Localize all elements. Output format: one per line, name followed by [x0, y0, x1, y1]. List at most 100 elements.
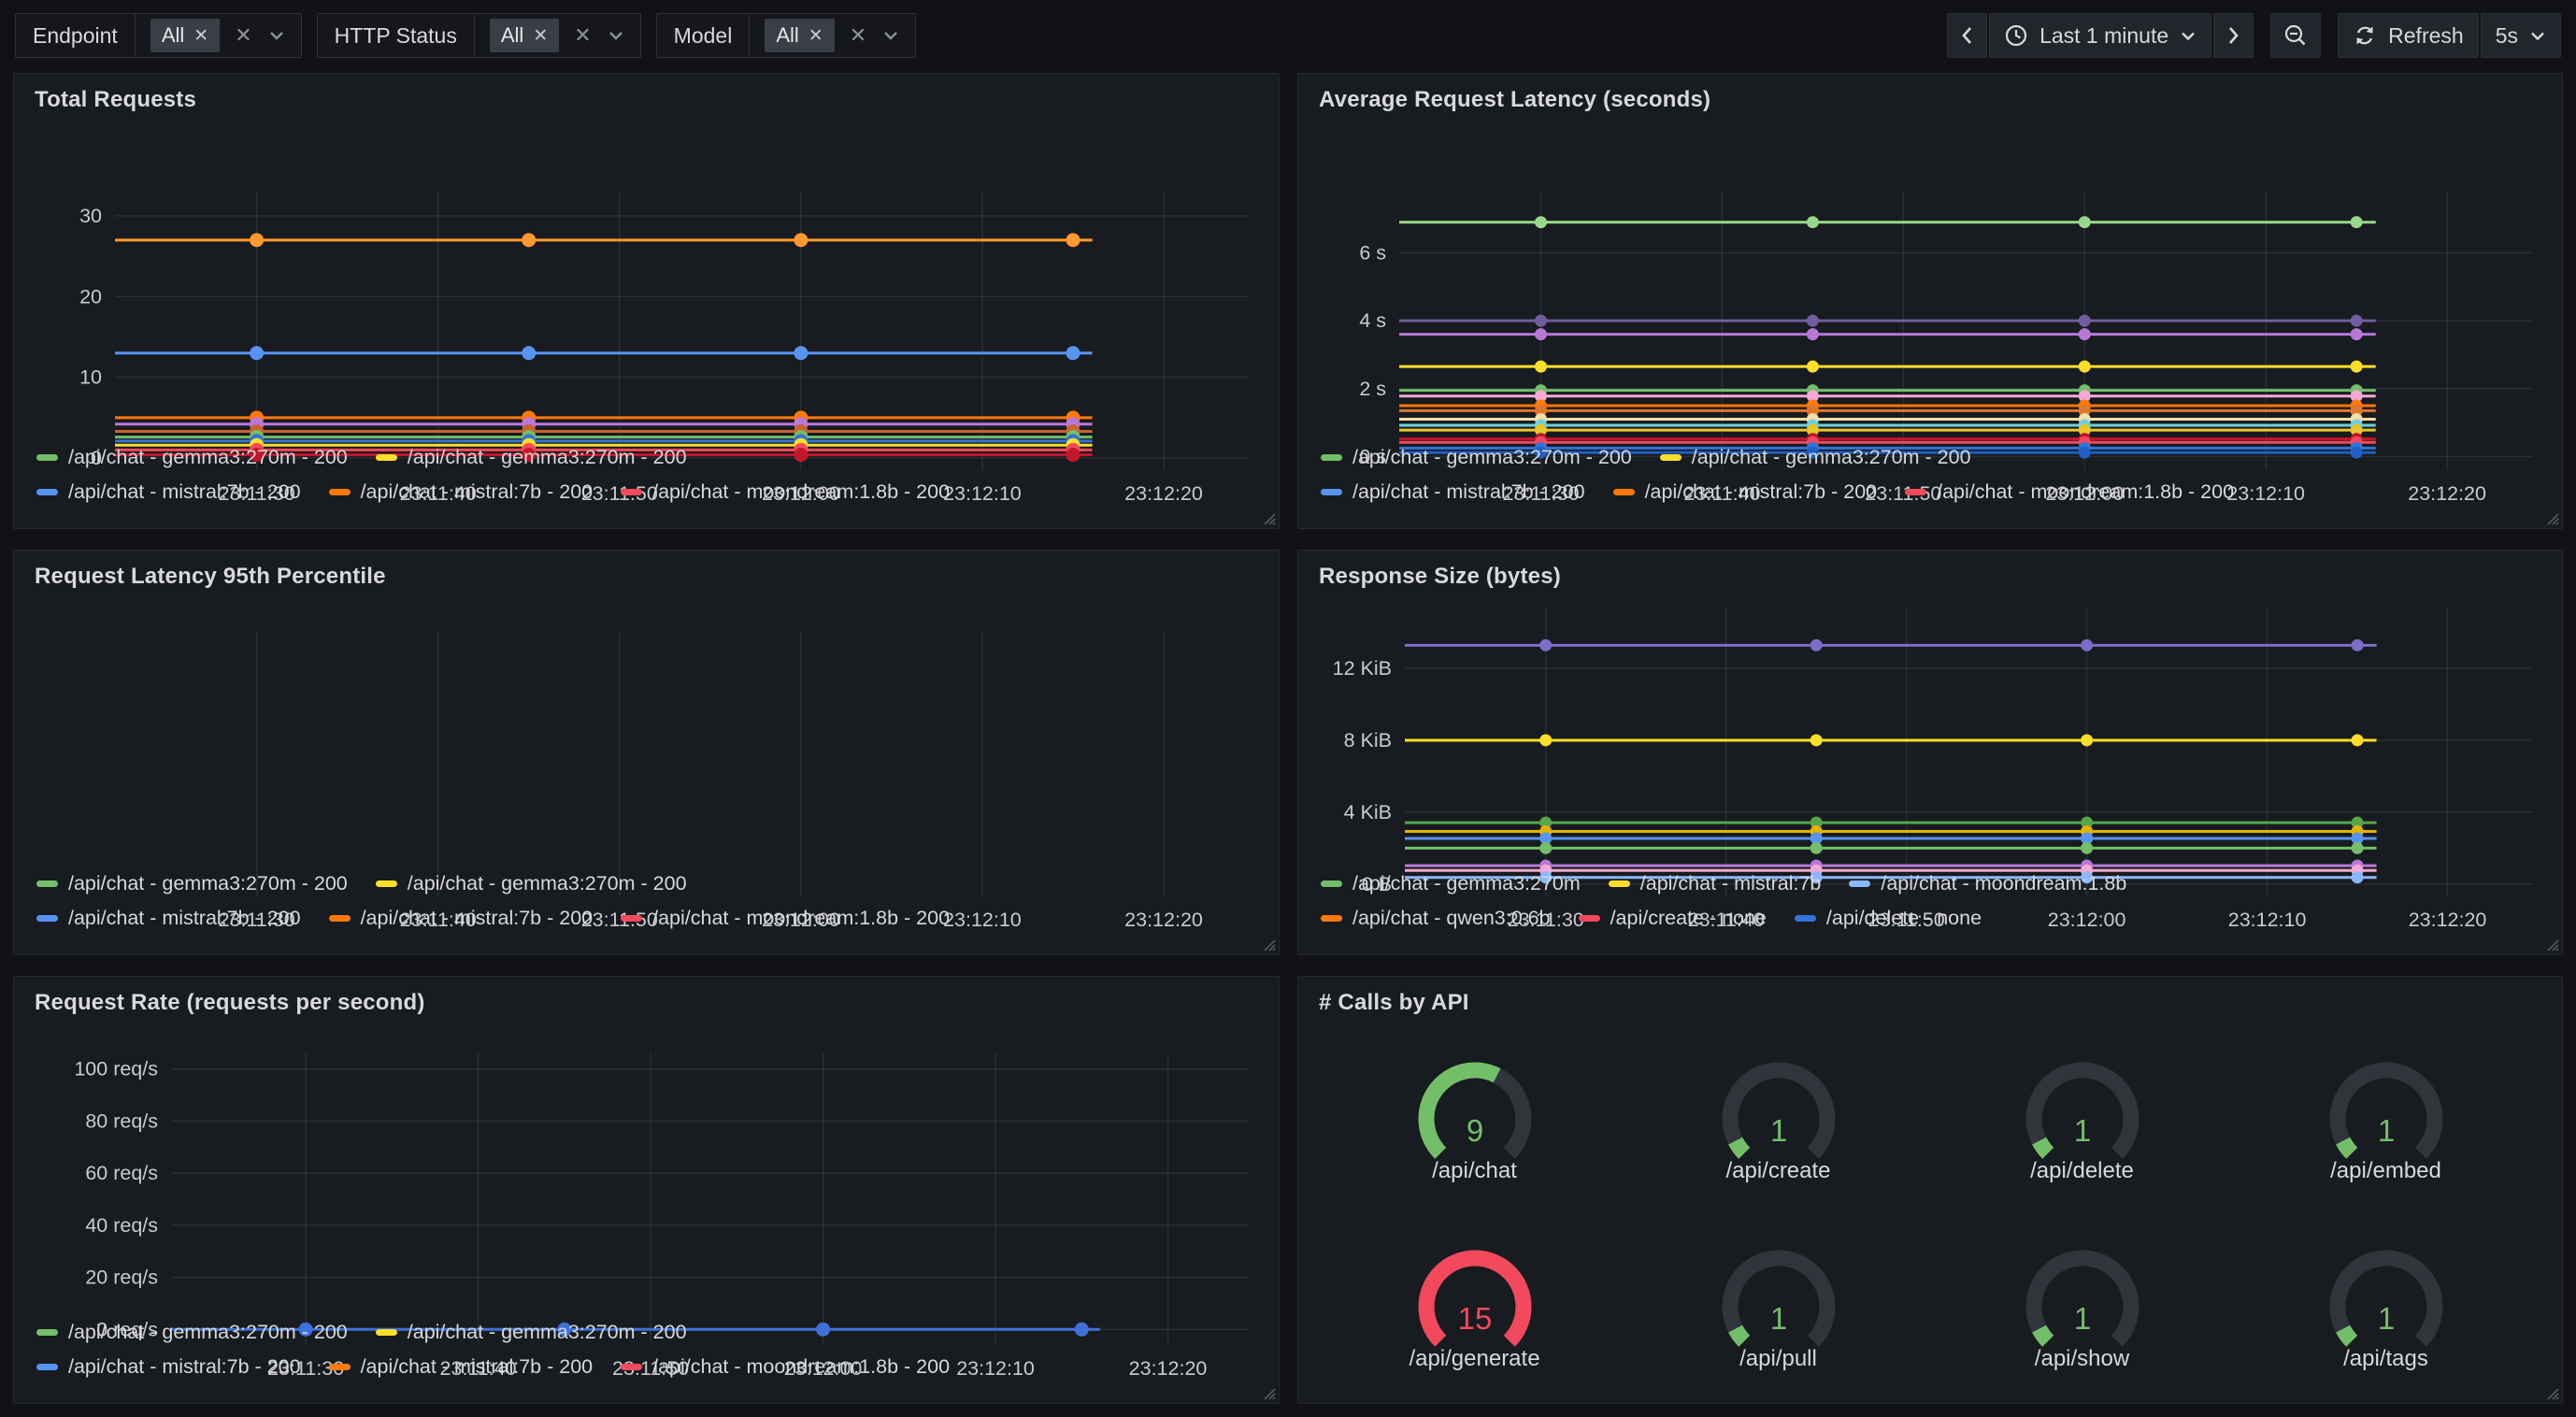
legend-item[interactable]: /api/chat - mistral:7b - 200	[1321, 480, 1585, 504]
gauge-arc: 1	[2304, 1040, 2469, 1160]
refresh-group: Refresh 5s	[2338, 13, 2561, 58]
data-point	[1807, 361, 1819, 373]
chevron-down-icon[interactable]	[881, 29, 900, 42]
legend-swatch	[1613, 489, 1635, 495]
legend-swatch	[1321, 915, 1342, 922]
legend-row: /api/chat - gemma3:270m - 200/api/chat -…	[36, 446, 1260, 469]
filter-chip-label: All	[501, 23, 523, 48]
gauge-apichat[interactable]: 9/api/chat	[1323, 1022, 1626, 1202]
legend-item[interactable]: /api/chat - moondream:1.8b	[1849, 872, 2126, 895]
request-rate-chart[interactable]: 23:11:3023:11:4023:11:5023:12:0023:12:10…	[31, 1016, 1262, 1317]
data-point	[2081, 842, 2093, 854]
filter-chip[interactable]: All ✕	[765, 19, 834, 52]
request-latency-95th-chart[interactable]: 23:11:3023:11:4023:11:5023:12:0023:12:10…	[31, 590, 1262, 868]
filter-label: Endpoint	[16, 14, 136, 57]
filter-value[interactable]: All ✕ ✕	[136, 14, 301, 57]
filter-chip[interactable]: All ✕	[150, 19, 220, 52]
legend-item[interactable]: /api/chat - gemma3:270m - 200	[36, 872, 348, 895]
legend-swatch	[1321, 880, 1342, 887]
variable-filters: Endpoint All ✕ ✕ HTTP Status All ✕ ✕	[15, 13, 916, 58]
chip-remove-icon[interactable]: ✕	[809, 27, 823, 45]
filter-clear-icon[interactable]: ✕	[235, 25, 251, 46]
legend-item[interactable]: /api/chat - mistral:7b	[1609, 872, 1822, 895]
refresh-button[interactable]: Refresh	[2338, 13, 2479, 58]
y-tick-label: 20 req/s	[85, 1267, 158, 1289]
legend-item[interactable]: /api/chat - moondream:1.8b - 200	[621, 907, 950, 930]
legend-item[interactable]: /api/chat - moondream:1.8b - 200	[621, 480, 950, 504]
legend-item[interactable]: /api/chat - moondream:1.8b - 200	[1905, 480, 2234, 504]
panel-resize-handle[interactable]	[1261, 510, 1276, 525]
legend-label: /api/chat - mistral:7b - 200	[68, 1355, 301, 1379]
legend-item[interactable]: /api/chat - mistral:7b - 200	[329, 1355, 594, 1379]
gauge-apishow[interactable]: 1/api/show	[1930, 1209, 2234, 1390]
legend-item[interactable]: /api/chat - mistral:7b - 200	[36, 480, 301, 504]
data-point	[250, 346, 264, 360]
gauge-value: 1	[1769, 1113, 1786, 1148]
legend-item[interactable]: /api/chat - gemma3:270m - 200	[1660, 446, 1971, 469]
legend-item[interactable]: /api/delete - none	[1795, 907, 1982, 930]
clock-icon	[2004, 23, 2028, 48]
filter-value[interactable]: All ✕ ✕	[750, 14, 915, 57]
chart-legend: /api/chat - gemma3:270m - 200/api/chat -…	[31, 1317, 1262, 1394]
legend-item[interactable]: /api/chat - mistral:7b - 200	[329, 480, 594, 504]
legend-item[interactable]: /api/create - none	[1579, 907, 1767, 930]
gauge-apipull[interactable]: 1/api/pull	[1626, 1209, 1930, 1390]
legend-item[interactable]: /api/chat - gemma3:270m - 200	[1321, 446, 1632, 469]
legend-item[interactable]: /api/chat - moondream:1.8b - 200	[621, 1355, 950, 1379]
total-requests-chart[interactable]: 23:11:3023:11:4023:11:5023:12:0023:12:10…	[31, 113, 1262, 442]
panel-resize-handle[interactable]	[1261, 937, 1276, 952]
legend-label: /api/chat - mistral:7b - 200	[68, 480, 301, 504]
gauge-apidelete[interactable]: 1/api/delete	[1930, 1022, 2234, 1202]
chevron-down-icon[interactable]	[267, 29, 286, 42]
time-shift-back-button[interactable]	[1947, 13, 1987, 58]
panel-resize-handle[interactable]	[1261, 1385, 1276, 1400]
legend-item[interactable]: /api/chat - gemma3:270m - 200	[376, 1321, 687, 1344]
time-shift-forward-button[interactable]	[2213, 13, 2254, 58]
filter-chip[interactable]: All ✕	[490, 19, 559, 52]
data-point	[1535, 361, 1547, 373]
data-point	[1807, 315, 1819, 327]
filter-clear-icon[interactable]: ✕	[574, 25, 591, 46]
legend-item[interactable]: /api/chat - gemma3:270m - 200	[376, 446, 687, 469]
refresh-icon	[2353, 23, 2377, 48]
legend-label: /api/create - none	[1610, 907, 1767, 930]
gauge-value: 1	[2377, 1113, 2394, 1148]
legend-row: /api/chat - mistral:7b - 200/api/chat - …	[36, 480, 1260, 504]
time-range-picker[interactable]: Last 1 minute	[1989, 13, 2211, 58]
legend-label: /api/delete - none	[1826, 907, 1982, 930]
legend-swatch	[36, 915, 58, 922]
legend-item[interactable]: /api/chat - mistral:7b - 200	[36, 907, 301, 930]
chip-remove-icon[interactable]: ✕	[193, 27, 208, 45]
response-size-chart[interactable]: 23:11:3023:11:4023:11:5023:12:0023:12:10…	[1315, 590, 2545, 868]
gauge-apiembed[interactable]: 1/api/embed	[2234, 1022, 2538, 1202]
legend-swatch	[621, 489, 642, 495]
chevron-down-icon[interactable]	[607, 29, 625, 42]
legend-label: /api/chat - mistral:7b - 200	[361, 907, 594, 930]
gauge-apitags[interactable]: 1/api/tags	[2234, 1209, 2538, 1390]
legend-item[interactable]: /api/chat - gemma3:270m - 200	[36, 446, 348, 469]
panel-resize-handle[interactable]	[2544, 1385, 2559, 1400]
legend-swatch	[36, 454, 58, 461]
legend-item[interactable]: /api/chat - mistral:7b - 200	[329, 907, 594, 930]
chip-remove-icon[interactable]: ✕	[533, 27, 548, 45]
legend-item[interactable]: /api/chat - gemma3:270m - 200	[376, 872, 687, 895]
zoom-out-button[interactable]	[2270, 13, 2321, 58]
legend-item[interactable]: /api/chat - qwen3:0.6b	[1321, 907, 1551, 930]
legend-swatch	[1660, 454, 1682, 461]
legend-item[interactable]: /api/chat - gemma3:270m - 200	[36, 1321, 348, 1344]
panel-resize-handle[interactable]	[2544, 510, 2559, 525]
legend-item[interactable]: /api/chat - gemma3:270m	[1321, 872, 1581, 895]
refresh-label: Refresh	[2388, 23, 2464, 49]
data-point	[1539, 842, 1552, 854]
gauge-apigenerate[interactable]: 15/api/generate	[1323, 1209, 1626, 1390]
refresh-interval-picker[interactable]: 5s	[2481, 13, 2561, 58]
filter-value[interactable]: All ✕ ✕	[475, 14, 640, 57]
gauge-apicreate[interactable]: 1/api/create	[1626, 1022, 1930, 1202]
legend-item[interactable]: /api/chat - mistral:7b - 200	[36, 1355, 301, 1379]
chevron-down-icon	[2529, 30, 2546, 42]
data-point	[1066, 346, 1080, 360]
average-request-latency-chart[interactable]: 23:11:3023:11:4023:11:5023:12:0023:12:10…	[1315, 113, 2545, 442]
legend-item[interactable]: /api/chat - mistral:7b - 200	[1613, 480, 1878, 504]
filter-clear-icon[interactable]: ✕	[850, 25, 866, 46]
panel-resize-handle[interactable]	[2544, 937, 2559, 952]
